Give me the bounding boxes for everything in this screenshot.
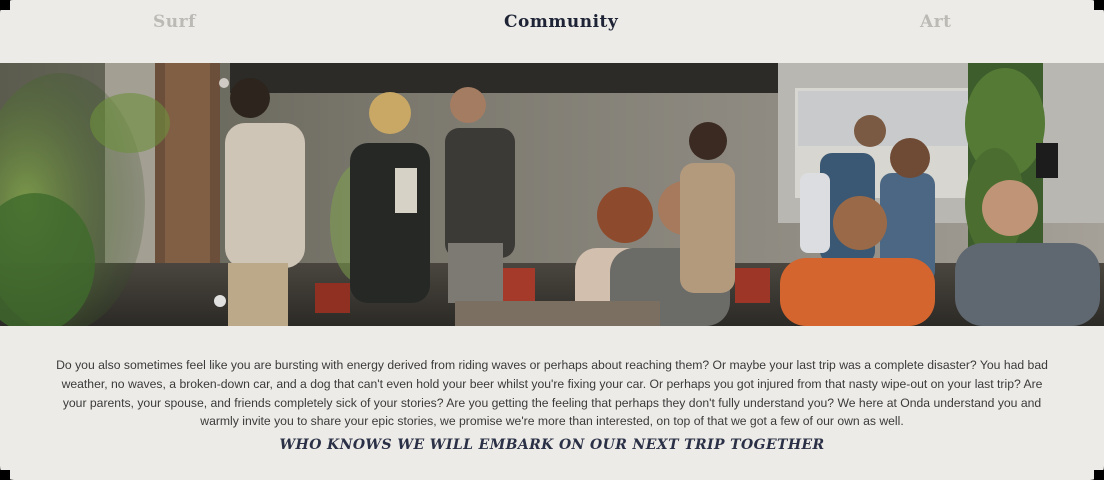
page-frame: Surf Community Art Do you also sometimes… (0, 0, 1104, 480)
hero-photo-illustration (0, 63, 1104, 326)
nav-item-art[interactable]: Art (920, 12, 952, 32)
corner-marker (1094, 470, 1104, 480)
intro-paragraph: Do you also sometimes feel like you are … (56, 358, 1048, 429)
top-navigation: Surf Community Art (0, 0, 1104, 62)
nav-item-surf[interactable]: Surf (153, 12, 196, 32)
corner-marker (1094, 0, 1104, 10)
corner-marker (0, 0, 10, 10)
corner-marker (0, 470, 10, 480)
tagline: WHO KNOWS WE WILL EMBARK ON OUR NEXT TRI… (279, 437, 825, 453)
hero-photo (0, 63, 1104, 326)
nav-item-community[interactable]: Community (504, 12, 618, 32)
